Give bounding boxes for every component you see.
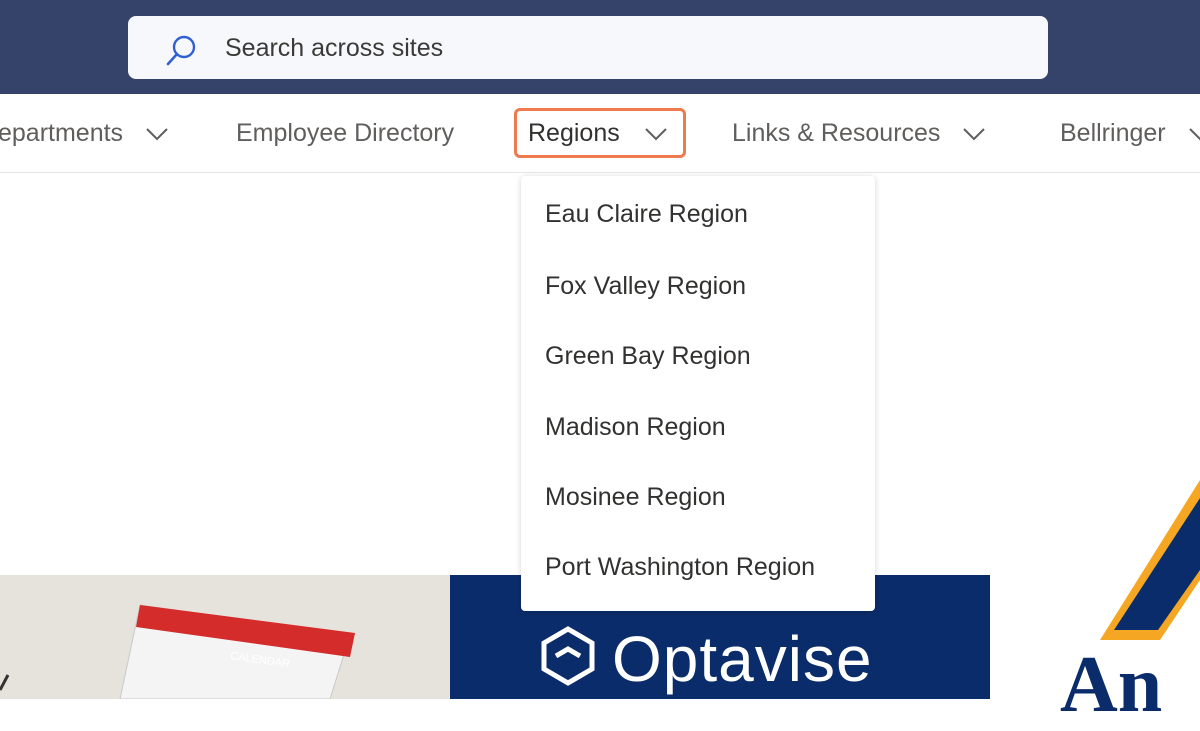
- nav-bar: epartments Employee Directory Regions Li…: [0, 94, 1200, 173]
- region-item-madison[interactable]: Madison Region: [545, 413, 726, 442]
- chevron-down-icon: [644, 119, 668, 148]
- search-icon: [166, 35, 196, 66]
- nav-item-links-resources[interactable]: Links & Resources: [732, 94, 986, 172]
- optavise-logo-icon: [541, 626, 595, 686]
- chevron-down-icon: [145, 119, 169, 148]
- region-item-eau-claire[interactable]: Eau Claire Region: [545, 200, 748, 229]
- nav-item-employee-directory[interactable]: Employee Directory: [236, 94, 454, 172]
- calendar-banner[interactable]: CALENDAR: [0, 575, 450, 699]
- nav-item-label: Regions: [528, 118, 620, 147]
- nav-item-label: Employee Directory: [236, 118, 455, 147]
- region-item-green-bay[interactable]: Green Bay Region: [545, 342, 751, 371]
- nav-item-label: Bellringer: [1060, 118, 1166, 147]
- nav-item-departments[interactable]: epartments: [0, 94, 169, 172]
- ans-wordmark: An: [1060, 641, 1163, 729]
- search-box[interactable]: [128, 16, 1048, 81]
- optavise-wordmark: Optavise: [612, 623, 873, 695]
- nav-item-label: epartments: [0, 118, 124, 147]
- nav-item-bellringer[interactable]: Bellringer: [1060, 94, 1200, 172]
- top-bar: [0, 0, 1200, 94]
- region-item-port-washington[interactable]: Port Washington Region: [545, 553, 815, 582]
- region-item-mosinee[interactable]: Mosinee Region: [545, 483, 726, 512]
- calendar-image: CALENDAR: [0, 575, 450, 699]
- chevron-down-icon: [1188, 119, 1200, 148]
- chevron-down-icon: [962, 119, 986, 148]
- regions-dropdown: Eau Claire Region Fox Valley Region Gree…: [521, 176, 875, 611]
- region-item-fox-valley[interactable]: Fox Valley Region: [545, 272, 746, 301]
- nav-item-label: Links & Resources: [732, 118, 941, 147]
- nav-item-regions[interactable]: Regions: [528, 94, 668, 172]
- search-input[interactable]: [223, 16, 1007, 81]
